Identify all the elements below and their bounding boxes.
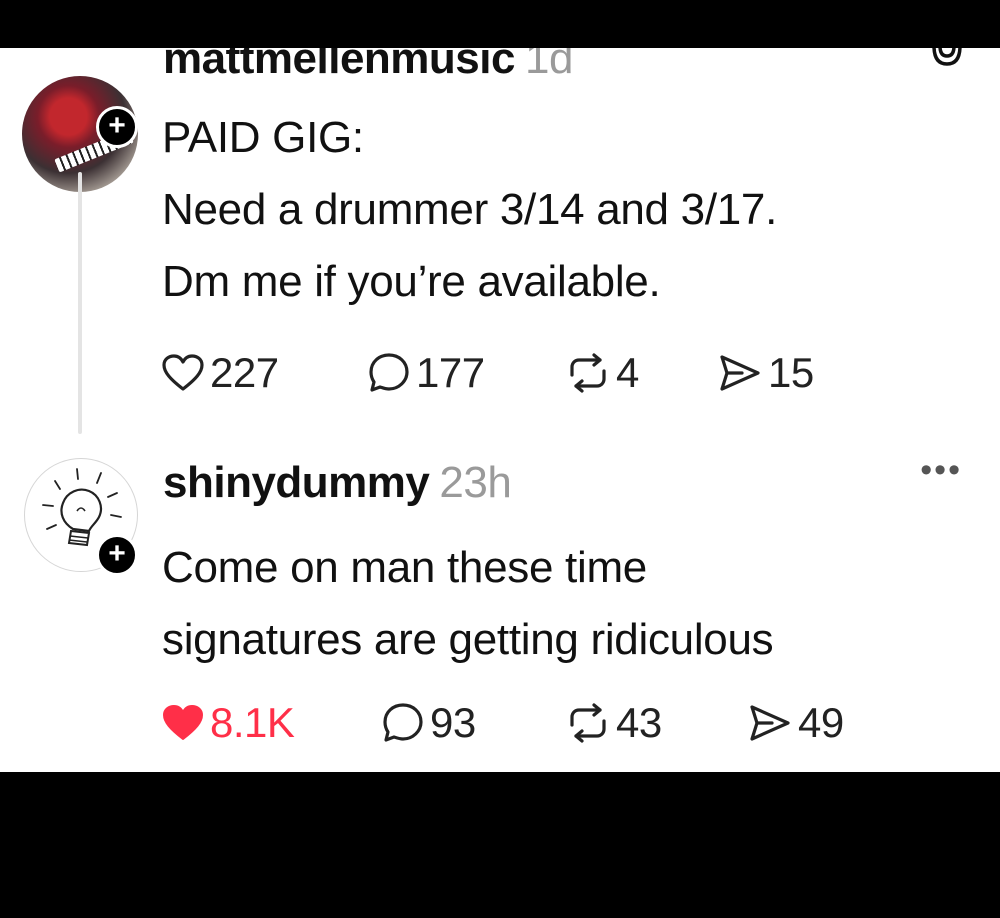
share-button[interactable]: 15 bbox=[718, 348, 814, 398]
repost-button[interactable]: 4 bbox=[566, 348, 639, 398]
share-button[interactable]: 49 bbox=[748, 698, 844, 748]
options-circle-icon[interactable] bbox=[932, 48, 962, 68]
post-time: 23h bbox=[439, 458, 512, 507]
post-line: PAID GIG: bbox=[162, 113, 364, 162]
repost-count: 4 bbox=[616, 349, 639, 396]
follow-plus-icon[interactable]: + bbox=[96, 534, 138, 576]
post-body: Come on man these time signatures are ge… bbox=[162, 532, 774, 676]
post-line: Need a drummer 3/14 and 3/17. bbox=[162, 185, 778, 234]
heart-filled-icon bbox=[163, 705, 203, 740]
repost-arrows-icon bbox=[570, 703, 606, 743]
more-dots-icon[interactable]: ••• bbox=[920, 453, 962, 487]
thread-connector-line bbox=[78, 172, 82, 434]
like-button[interactable]: 227 bbox=[162, 348, 279, 398]
bottom-black-bar bbox=[0, 772, 1000, 918]
share-count: 15 bbox=[768, 349, 814, 396]
threads-feed: + mattmellenmusic 1d PAID GIG: Need a dru… bbox=[0, 48, 1000, 772]
post-author: mattmellenmusic 1d bbox=[163, 48, 573, 84]
top-black-bar bbox=[0, 0, 1000, 48]
like-button[interactable]: 8.1K bbox=[162, 698, 295, 748]
post-line: Dm me if you’re available. bbox=[162, 257, 661, 306]
post-body: PAID GIG: Need a drummer 3/14 and 3/17. … bbox=[162, 102, 777, 318]
speech-bubble-icon bbox=[383, 703, 423, 742]
like-count: 227 bbox=[210, 349, 279, 396]
post-time: 1d bbox=[524, 48, 573, 83]
heart-icon bbox=[162, 354, 204, 391]
reply-button[interactable]: 177 bbox=[368, 348, 485, 398]
like-count: 8.1K bbox=[210, 699, 295, 746]
post-line: Come on man these time bbox=[162, 543, 647, 592]
repost-button[interactable]: 43 bbox=[566, 698, 662, 748]
paper-plane-icon bbox=[750, 705, 790, 741]
repost-count: 43 bbox=[616, 699, 662, 746]
post-author: shinydummy 23h bbox=[163, 458, 512, 508]
username-link[interactable]: mattmellenmusic bbox=[163, 48, 515, 83]
post-line: signatures are getting ridiculous bbox=[162, 615, 774, 664]
paper-plane-icon bbox=[720, 355, 760, 391]
reply-count: 177 bbox=[416, 349, 485, 396]
speech-bubble-icon bbox=[369, 353, 409, 392]
reply-button[interactable]: 93 bbox=[382, 698, 476, 748]
repost-arrows-icon bbox=[570, 353, 606, 393]
reply-count: 93 bbox=[430, 699, 476, 746]
username-link[interactable]: shinydummy bbox=[163, 458, 430, 507]
share-count: 49 bbox=[798, 699, 844, 746]
follow-plus-icon[interactable]: + bbox=[96, 106, 138, 148]
